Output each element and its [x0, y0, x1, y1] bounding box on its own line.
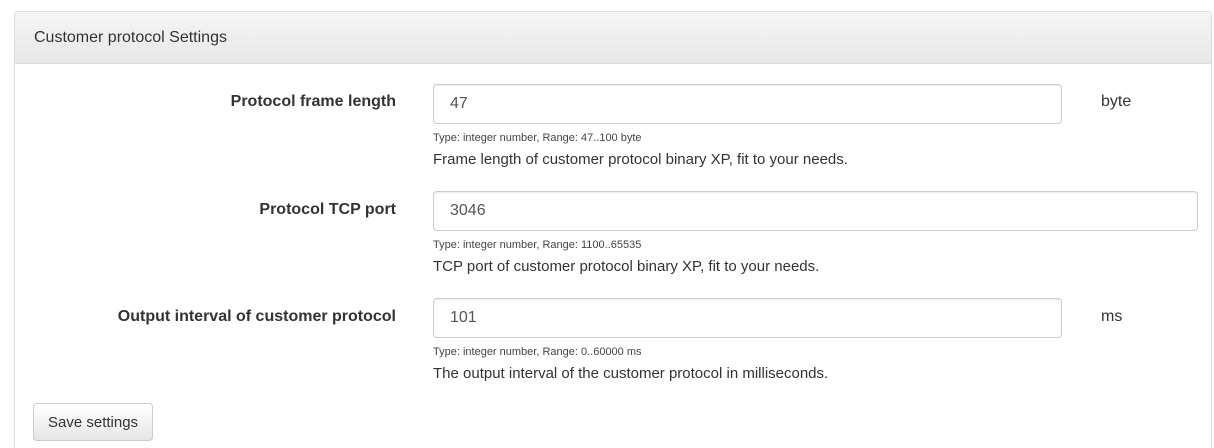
- output-interval-description: The output interval of the customer prot…: [433, 365, 829, 382]
- tcp-port-input[interactable]: [433, 191, 1198, 231]
- frame-length-hint: Type: integer number, Range: 47..100 byt…: [433, 132, 642, 144]
- tcp-port-hint: Type: integer number, Range: 1100..65535: [433, 239, 642, 251]
- frame-length-input[interactable]: [433, 84, 1062, 124]
- frame-length-unit: byte: [1101, 93, 1132, 110]
- panel-heading: Customer protocol Settings: [15, 12, 1211, 64]
- save-settings-button[interactable]: Save settings: [33, 403, 154, 441]
- output-interval-label: Output interval of customer protocol: [117, 308, 396, 325]
- output-interval-hint: Type: integer number, Range: 0..60000 ms: [433, 346, 642, 358]
- frame-length-label: Protocol frame length: [230, 93, 396, 110]
- tcp-port-label: Protocol TCP port: [259, 201, 396, 218]
- output-interval-unit: ms: [1101, 308, 1123, 325]
- settings-panel: Customer protocol Settings Protocol fram…: [14, 11, 1212, 448]
- panel-title: Customer protocol Settings: [34, 28, 227, 46]
- frame-length-description: Frame length of customer protocol binary…: [433, 151, 848, 168]
- tcp-port-description: TCP port of customer protocol binary XP,…: [433, 258, 820, 275]
- output-interval-input[interactable]: [433, 298, 1062, 338]
